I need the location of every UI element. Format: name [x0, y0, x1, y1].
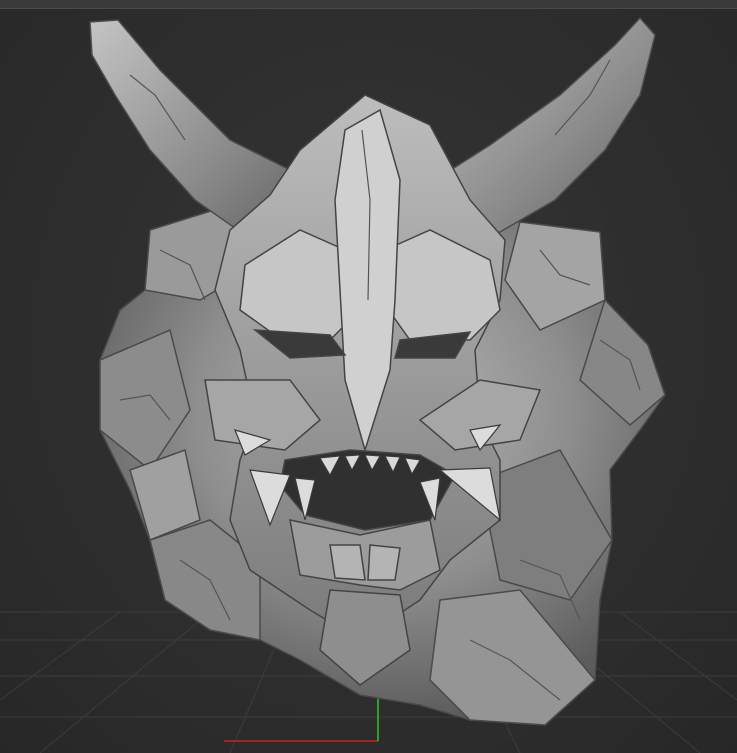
sculpt-mesh[interactable] — [0, 0, 737, 753]
3d-viewport[interactable] — [0, 0, 737, 753]
